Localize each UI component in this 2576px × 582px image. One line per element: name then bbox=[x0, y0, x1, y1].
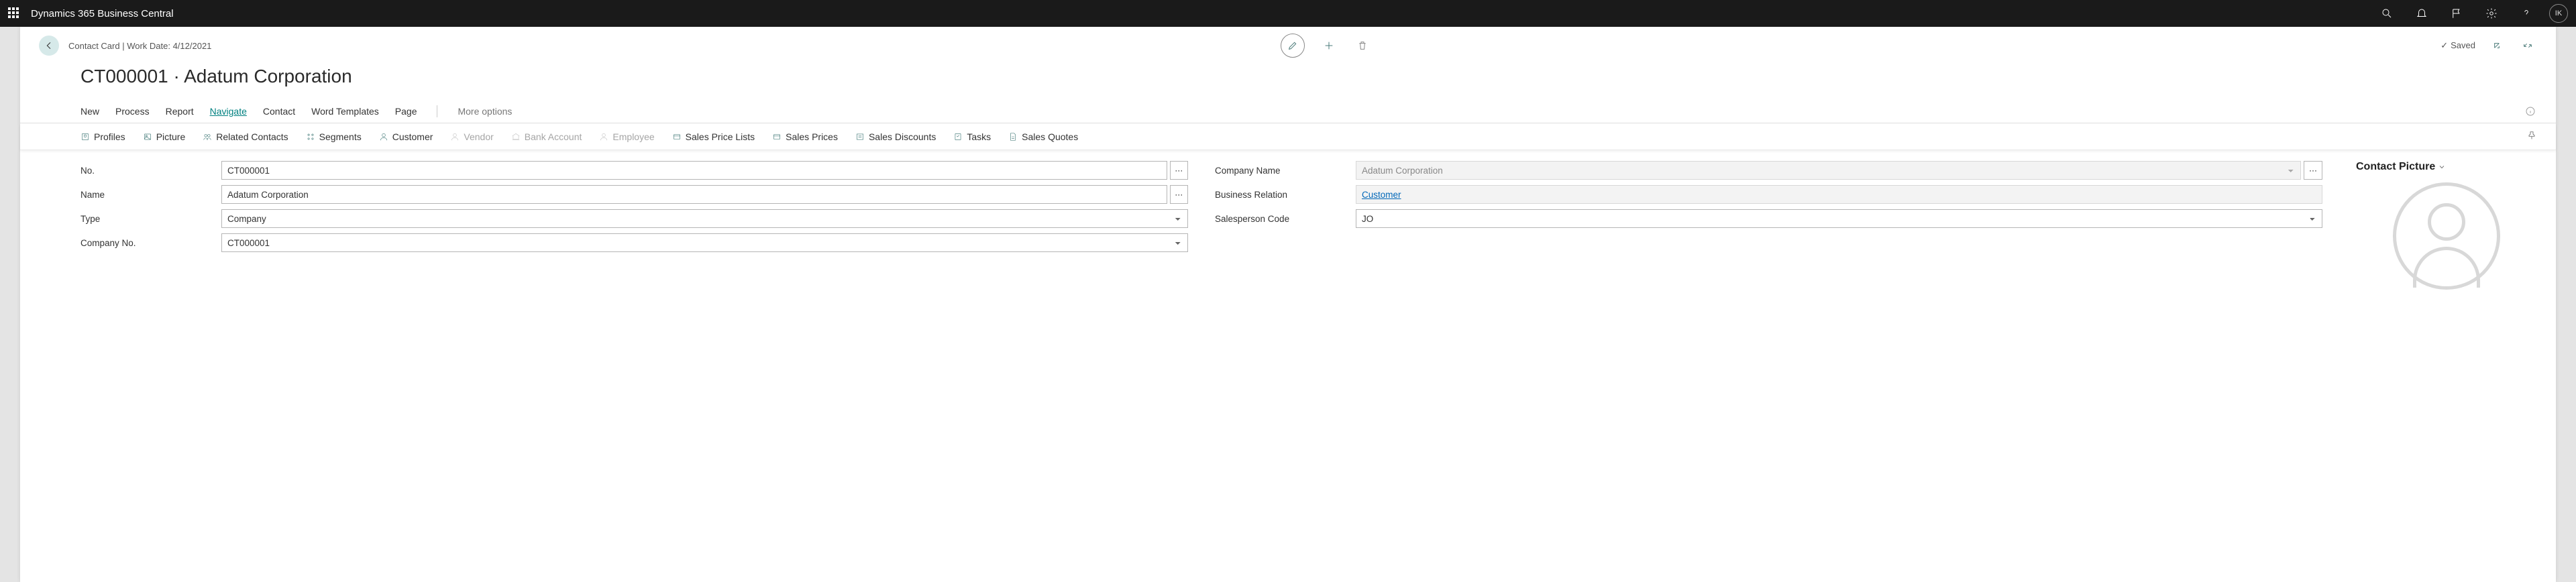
delete-button[interactable] bbox=[1353, 36, 1372, 55]
notifications-icon[interactable] bbox=[2410, 1, 2434, 25]
ribbon-sales-discounts[interactable]: Sales Discounts bbox=[855, 131, 936, 142]
page-title: CT000001 · Adatum Corporation bbox=[20, 63, 2556, 99]
name-assist-button[interactable]: ··· bbox=[1170, 185, 1188, 204]
menu-navigate[interactable]: Navigate bbox=[210, 106, 247, 117]
back-button[interactable] bbox=[39, 36, 59, 56]
info-icon[interactable] bbox=[2524, 105, 2537, 118]
label-company-name: Company Name bbox=[1215, 166, 1349, 176]
chevron-down-icon bbox=[2438, 163, 2446, 171]
ribbon-employee[interactable]: Employee bbox=[599, 131, 654, 142]
menu-more-options[interactable]: More options bbox=[458, 106, 512, 117]
label-company-no: Company No. bbox=[80, 238, 215, 248]
no-input[interactable] bbox=[221, 161, 1167, 180]
business-relation-link[interactable]: Customer bbox=[1362, 190, 1401, 200]
contact-picture-placeholder[interactable] bbox=[2393, 182, 2500, 290]
new-button[interactable] bbox=[1320, 36, 1338, 55]
ribbon-customer[interactable]: Customer bbox=[379, 131, 433, 142]
company-no-select[interactable]: CT000001 bbox=[221, 233, 1188, 252]
ribbon-vendor[interactable]: Vendor bbox=[450, 131, 493, 142]
business-relation-value: Customer bbox=[1356, 185, 2322, 204]
factbox-title[interactable]: Contact Picture bbox=[2356, 161, 2537, 173]
salesperson-select[interactable]: JO bbox=[1356, 209, 2322, 228]
menu-contact[interactable]: Contact bbox=[263, 106, 295, 117]
app-launcher-icon[interactable] bbox=[8, 7, 20, 19]
menu-process[interactable]: Process bbox=[115, 106, 150, 117]
edit-button[interactable] bbox=[1281, 34, 1305, 58]
gear-icon[interactable] bbox=[2479, 1, 2504, 25]
company-name-readonly: Adatum Corporation bbox=[1356, 161, 2301, 180]
type-select[interactable]: Company bbox=[221, 209, 1188, 228]
breadcrumb: Contact Card | Work Date: 4/12/2021 bbox=[68, 41, 211, 51]
ribbon-sales-quotes[interactable]: Sales Quotes bbox=[1008, 131, 1078, 142]
help-icon[interactable] bbox=[2514, 1, 2538, 25]
search-icon[interactable] bbox=[2375, 1, 2399, 25]
pin-icon[interactable] bbox=[2526, 130, 2537, 143]
product-brand: Dynamics 365 Business Central bbox=[31, 8, 174, 19]
ribbon-sales-price-lists[interactable]: Sales Price Lists bbox=[672, 131, 755, 142]
collapse-icon[interactable] bbox=[2518, 36, 2537, 55]
popout-icon[interactable] bbox=[2487, 36, 2506, 55]
action-menu: New Process Report Navigate Contact Word… bbox=[20, 99, 2556, 123]
label-salesperson: Salesperson Code bbox=[1215, 214, 1349, 224]
label-no: No. bbox=[80, 166, 215, 176]
menu-new[interactable]: New bbox=[80, 106, 99, 117]
menu-page[interactable]: Page bbox=[395, 106, 417, 117]
label-type: Type bbox=[80, 214, 215, 224]
ribbon-picture[interactable]: Picture bbox=[143, 131, 186, 142]
ribbon-profiles[interactable]: Profiles bbox=[80, 131, 125, 142]
user-avatar[interactable]: IK bbox=[2549, 4, 2568, 23]
flag-icon[interactable] bbox=[2445, 1, 2469, 25]
ribbon-sales-prices[interactable]: Sales Prices bbox=[772, 131, 838, 142]
name-input[interactable] bbox=[221, 185, 1167, 204]
label-business-relation: Business Relation bbox=[1215, 190, 1349, 200]
label-name: Name bbox=[80, 190, 215, 200]
navigate-ribbon: Profiles Picture Related Contacts Segmen… bbox=[20, 123, 2556, 150]
saved-indicator: Saved bbox=[2440, 40, 2475, 51]
menu-word-templates[interactable]: Word Templates bbox=[311, 106, 379, 117]
ribbon-bank-account[interactable]: Bank Account bbox=[511, 131, 582, 142]
ribbon-related-contacts[interactable]: Related Contacts bbox=[203, 131, 288, 142]
ribbon-segments[interactable]: Segments bbox=[306, 131, 362, 142]
no-assist-button[interactable]: ··· bbox=[1170, 161, 1188, 180]
menu-report[interactable]: Report bbox=[166, 106, 194, 117]
company-name-assist-button[interactable]: ··· bbox=[2304, 161, 2322, 180]
ribbon-tasks[interactable]: Tasks bbox=[953, 131, 991, 142]
